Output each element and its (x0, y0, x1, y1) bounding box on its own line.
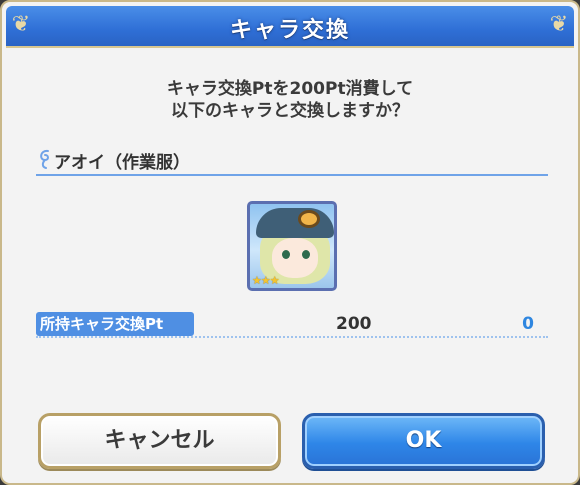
dialog-title: キャラ交換 (229, 18, 350, 43)
owned-value: 0 (522, 314, 534, 334)
character-name-row: アオイ（作業服） (36, 146, 548, 176)
points-label: 所持キャラ交換Pt (36, 312, 194, 336)
message-line-2: 以下のキャラと交換しますか？ (171, 101, 409, 121)
exchange-dialog: ❦ キャラ交換 ❦ キャラ交換Ptを200Pt消費して 以下のキャラと交換します… (0, 0, 580, 485)
message-line-1: キャラ交換Ptを200Pt消費して (166, 79, 414, 99)
character-portrait[interactable]: ★★★ (247, 201, 337, 291)
rarity-stars: ★★★ (252, 274, 280, 287)
goggle-icon (298, 210, 320, 228)
confirm-message: キャラ交換Ptを200Pt消費して 以下のキャラと交換しますか？ (2, 78, 578, 122)
cancel-button[interactable]: キャンセル (38, 413, 281, 469)
character-name: アオイ（作業服） (54, 153, 190, 173)
ok-button[interactable]: OK (302, 413, 545, 469)
points-row: 所持キャラ交換Pt 200 0 (36, 312, 548, 338)
ornament-icon: ❦ (549, 12, 569, 37)
cost-value: 200 (336, 314, 372, 334)
swirl-icon (40, 149, 49, 169)
dialog-header: ❦ キャラ交換 ❦ (6, 6, 574, 48)
